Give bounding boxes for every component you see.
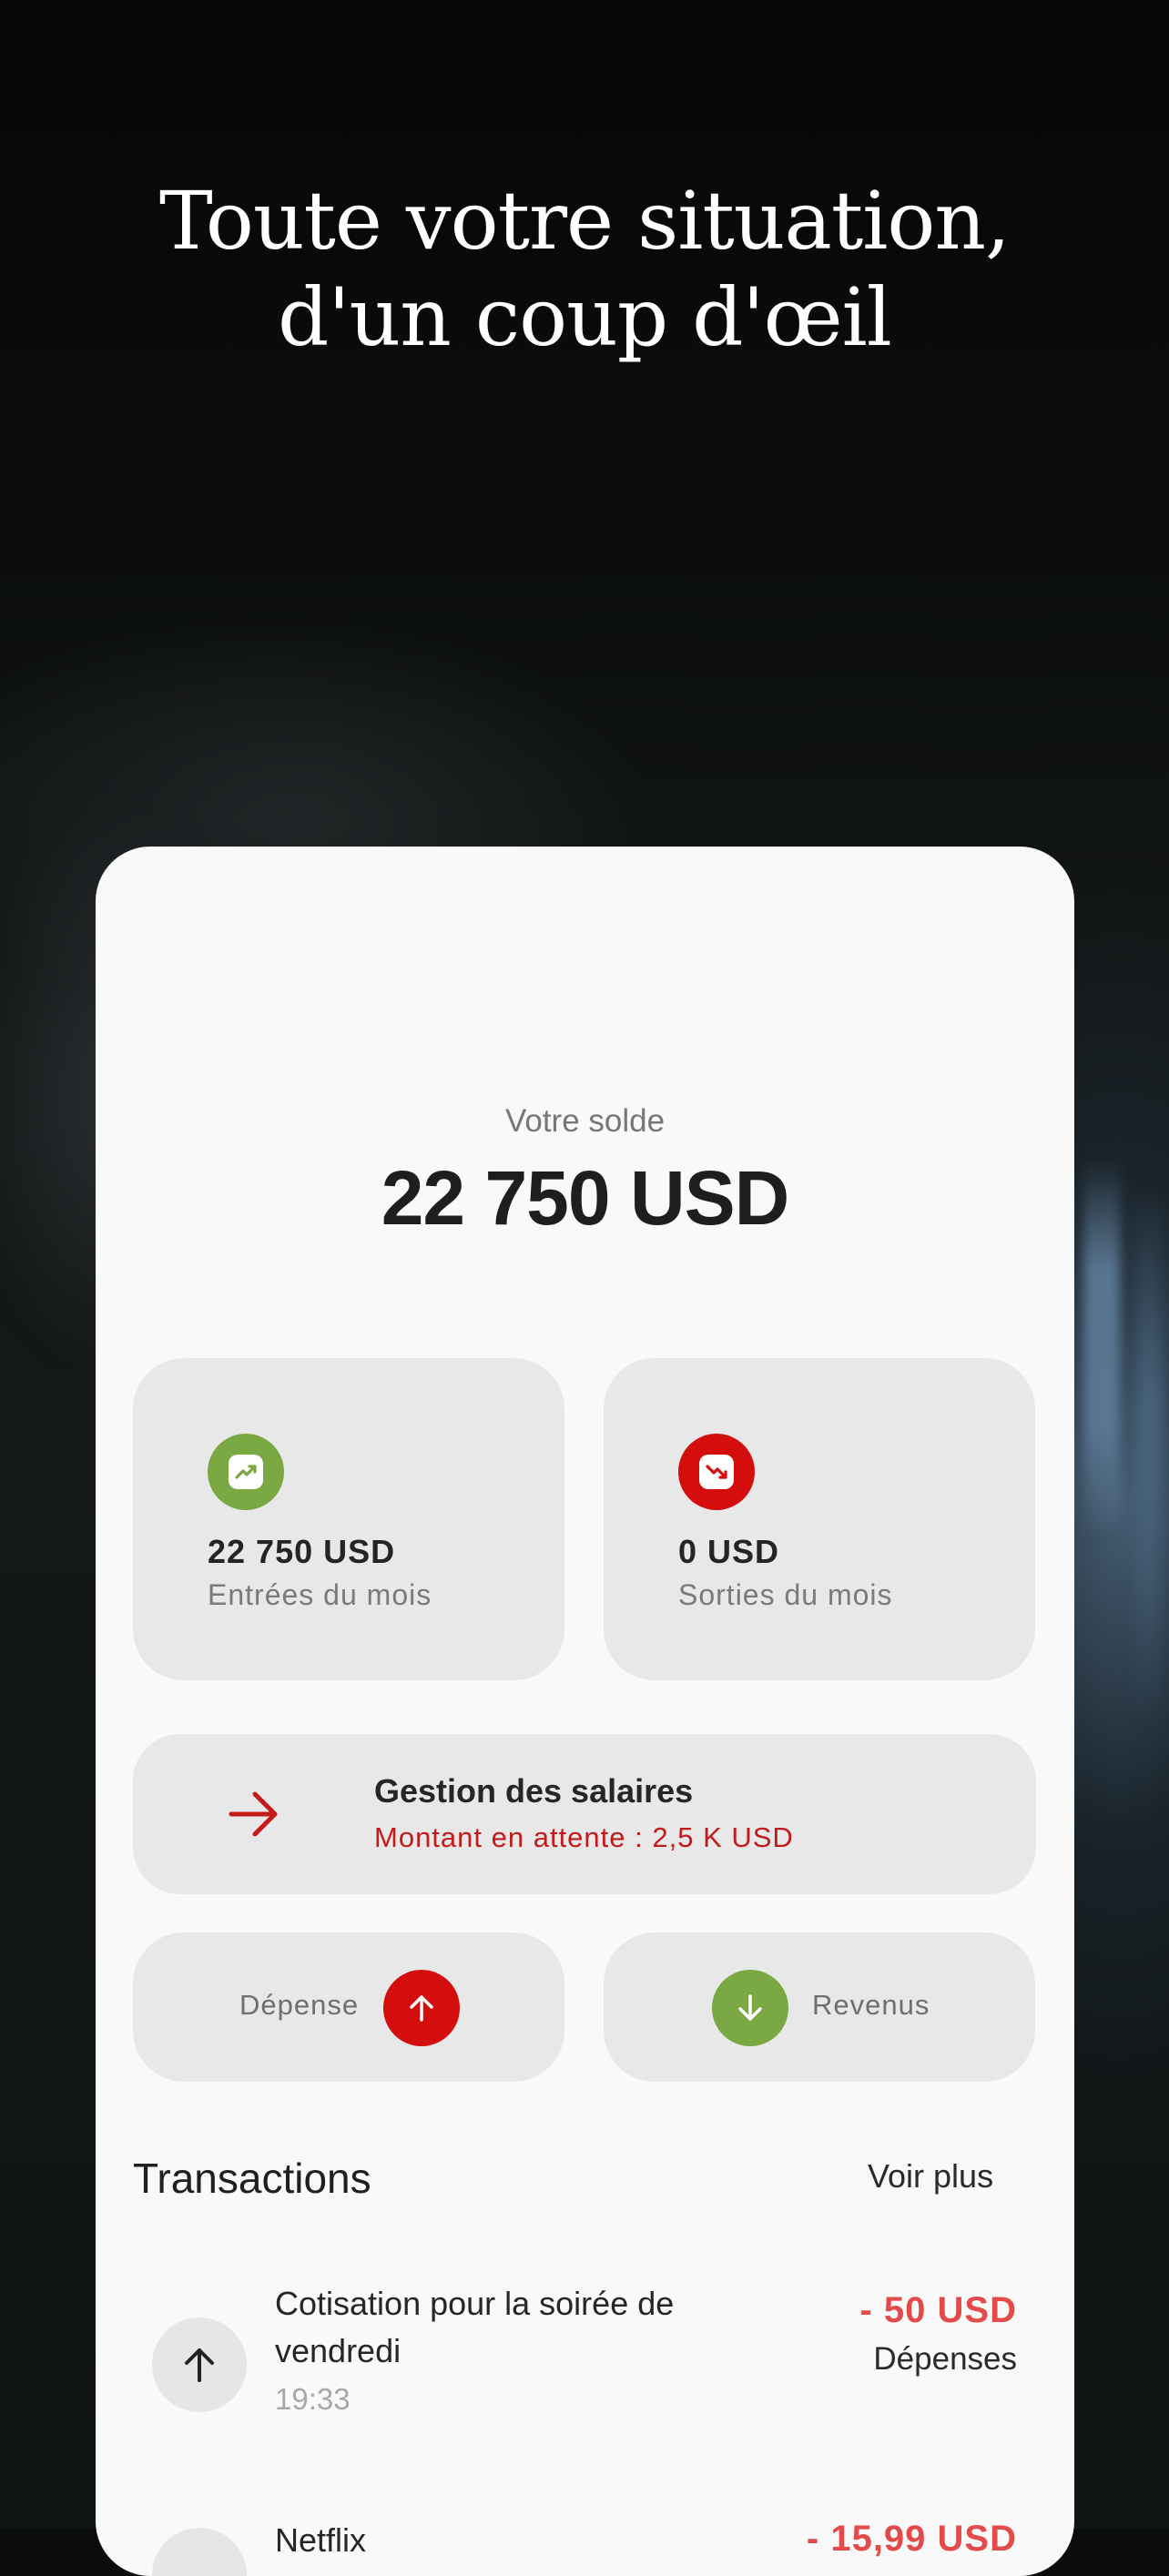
background-light-streak <box>1083 1156 1120 1538</box>
transaction-amount: - 50 USD <box>859 2290 1017 2330</box>
salary-title: Gestion des salaires <box>374 1772 694 1810</box>
salary-pending-amount: Montant en attente : 2,5 K USD <box>374 1821 794 1853</box>
transaction-category: Dépenses <box>873 2341 1017 2377</box>
arrow-down-icon <box>712 1970 788 2046</box>
balance-label: Votre solde <box>504 1103 666 1139</box>
dashboard-card: Votre solde 22 750 USD 22 750 USD Entrée… <box>96 847 1074 2576</box>
headline-line-1: Toute votre situation, <box>158 174 1011 268</box>
arrow-up-icon <box>152 2528 247 2576</box>
transaction-title: Netflix <box>275 2521 367 2559</box>
arrow-up-icon <box>383 1970 460 2046</box>
monthly-income-tile[interactable]: 22 750 USD Entrées du mois <box>133 1358 564 1680</box>
monthly-expense-label: Sorties du mois <box>678 1578 893 1611</box>
balance-value: 22 750 USD <box>381 1155 790 1241</box>
trend-down-icon <box>678 1434 755 1510</box>
transaction-title: Cotisation pour la soirée de vendredi <box>275 2285 675 2369</box>
transaction-time: 19:33 <box>275 2382 351 2416</box>
monthly-income-label: Entrées du mois <box>208 1578 432 1611</box>
transaction-amount: - 15,99 USD <box>806 2519 1017 2559</box>
headline: Toute votre situation, d'un coup d'œil <box>0 173 1169 366</box>
add-expense-button[interactable]: Dépense <box>133 1932 564 2082</box>
arrow-up-icon <box>152 2317 247 2412</box>
income-label: Revenus <box>812 1989 930 2021</box>
monthly-expense-amount: 0 USD <box>678 1533 780 1570</box>
see-more-link[interactable]: Voir plus <box>868 2157 993 2196</box>
transactions-title: Transactions <box>133 2155 371 2202</box>
add-income-button[interactable]: Revenus <box>604 1932 1035 2082</box>
background-light-streak <box>1136 1183 1164 1729</box>
headline-line-2: d'un coup d'œil <box>278 270 892 364</box>
transaction-row[interactable]: Netflix - 15,99 USD <box>96 2499 1074 2576</box>
salary-management-button[interactable]: Gestion des salaires Montant en attente … <box>133 1734 1036 1894</box>
transaction-row[interactable]: Cotisation pour la soirée de vendredi 19… <box>96 2280 1074 2462</box>
monthly-expense-tile[interactable]: 0 USD Sorties du mois <box>604 1358 1035 1680</box>
trend-up-icon <box>208 1434 284 1510</box>
monthly-income-amount: 22 750 USD <box>208 1533 396 1570</box>
expense-label: Dépense <box>239 1989 360 2021</box>
arrow-right-icon <box>229 1791 278 1837</box>
